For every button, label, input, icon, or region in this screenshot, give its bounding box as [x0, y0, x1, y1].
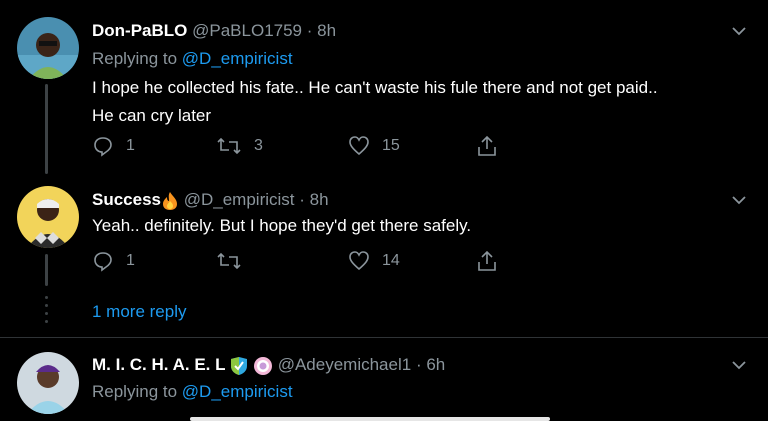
display-name[interactable]: Don-PaBLO	[92, 21, 187, 40]
display-name[interactable]: M. I. C. H. A. E. L	[92, 355, 226, 374]
like-count: 14	[382, 252, 400, 269]
avatar[interactable]	[17, 352, 79, 414]
like-button[interactable]: 14	[348, 250, 400, 272]
reply-count: 1	[126, 137, 135, 154]
heart-icon	[349, 251, 369, 271]
tweet-3[interactable]: M. I. C. H. A. E. L @Adeyemichael1 · 6h …	[0, 338, 768, 421]
thread-line	[45, 254, 48, 286]
display-name[interactable]: Success	[92, 190, 161, 209]
timestamp[interactable]: · 8h	[299, 190, 328, 209]
share-button[interactable]	[476, 135, 510, 157]
reply-count: 1	[126, 252, 135, 269]
replying-to: Replying to @D_empiricist	[92, 382, 293, 401]
share-icon	[478, 135, 496, 156]
tweet-header: Don-PaBLO @PaBLO1759 · 8h	[92, 21, 336, 41]
like-count: 15	[382, 137, 400, 154]
tweet-header: M. I. C. H. A. E. L @Adeyemichael1 · 6h	[92, 355, 445, 376]
heart-icon	[349, 136, 369, 156]
thread-line	[45, 84, 48, 174]
chevron-down-icon[interactable]	[730, 356, 748, 374]
flower-icon	[253, 356, 272, 375]
share-button[interactable]	[476, 250, 510, 272]
reply-button[interactable]: 1	[92, 250, 135, 272]
user-handle[interactable]: @Adeyemichael1	[278, 355, 412, 374]
chevron-down-icon[interactable]	[730, 22, 748, 40]
tweet-actions: 1 14	[92, 250, 512, 276]
tweet-2[interactable]: Success @D_empiricist · 8h Yeah.. defini…	[0, 170, 768, 290]
fire-icon	[163, 191, 177, 210]
check-badge-icon	[231, 356, 248, 375]
retweet-button[interactable]	[216, 250, 254, 272]
embedded-content-edge	[190, 417, 550, 421]
retweet-icon	[217, 252, 241, 270]
tweet-actions: 1 3 15	[92, 135, 512, 161]
timestamp[interactable]: · 8h	[307, 21, 336, 40]
like-button[interactable]: 15	[348, 135, 400, 157]
chevron-down-icon[interactable]	[730, 191, 748, 209]
retweet-count: 3	[254, 137, 263, 154]
avatar[interactable]	[17, 17, 79, 79]
replying-to: Replying to @D_empiricist	[92, 49, 293, 68]
user-handle[interactable]: @D_empiricist	[184, 190, 295, 209]
tweet-header: Success @D_empiricist · 8h	[92, 190, 329, 211]
reply-button[interactable]: 1	[92, 135, 135, 157]
reply-icon	[94, 252, 112, 272]
share-icon	[478, 250, 496, 271]
retweet-button[interactable]: 3	[216, 135, 263, 157]
reply-icon	[94, 137, 112, 157]
mention-link[interactable]: @D_empiricist	[182, 382, 293, 401]
tweet-1[interactable]: Don-PaBLO @PaBLO1759 · 8h Replying to @D…	[0, 0, 768, 174]
more-replies-link[interactable]: 1 more reply	[92, 302, 186, 322]
mention-link[interactable]: @D_empiricist	[182, 49, 293, 68]
tweet-text: Yeah.. definitely. But I hope they'd get…	[92, 216, 472, 235]
timestamp[interactable]: · 6h	[416, 355, 445, 374]
retweet-icon	[217, 137, 241, 155]
user-handle[interactable]: @PaBLO1759	[192, 21, 302, 40]
thread-dots	[45, 296, 48, 328]
tweet-text: I hope he collected his fate.. He can't …	[92, 78, 658, 125]
avatar[interactable]	[17, 186, 79, 248]
